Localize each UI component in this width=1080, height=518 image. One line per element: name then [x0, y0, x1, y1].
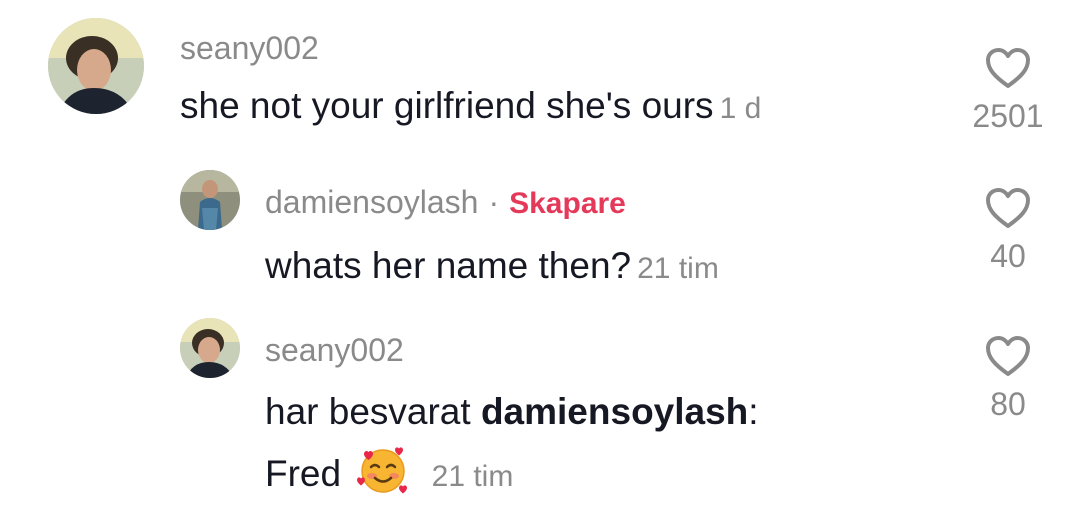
smiling-face-with-hearts-icon [357, 447, 408, 494]
user-avatar-icon [180, 170, 240, 230]
creator-badge: Skapare [509, 187, 626, 220]
like-count: 2501 [972, 98, 1044, 134]
reply-item: seany002 har besvarat damiensoylash: Fre… [0, 310, 1080, 518]
comment-item: seany002 she not your girlfriend she's o… [0, 0, 1080, 160]
like-button[interactable]: 2501 [953, 46, 1063, 136]
reply-timestamp: 21 tim [431, 460, 514, 493]
like-button[interactable]: 40 [953, 186, 1063, 276]
heart-outline-icon[interactable] [984, 186, 1032, 230]
reply-username-row: damiensoylash · Skapare [265, 182, 626, 224]
avatar[interactable] [180, 318, 240, 378]
separator-dot: · [488, 184, 500, 220]
reply-text-line-2: Fred 21 tim [265, 442, 513, 507]
reply-body: whats her name then? [265, 245, 632, 286]
reply-text: whats her name then? 21 tim [265, 236, 719, 299]
reply-text: har besvarat damiensoylash: [265, 382, 759, 442]
reply-to-username[interactable]: damiensoylash [481, 391, 748, 432]
comment-timestamp: 1 d [719, 92, 762, 125]
user-avatar-icon [48, 18, 144, 114]
comment-username[interactable]: seany002 [180, 28, 319, 68]
heart-outline-icon[interactable] [984, 46, 1032, 90]
user-avatar-icon [180, 318, 240, 378]
reply-prefix: har besvarat [265, 391, 471, 432]
reply-username[interactable]: seany002 [265, 330, 404, 370]
avatar[interactable] [180, 170, 240, 230]
reply-colon: : [748, 391, 759, 432]
reply-timestamp: 21 tim [637, 252, 719, 285]
comment-body: she not your girlfriend she's ours [180, 85, 714, 126]
reply-item: damiensoylash · Skapare whats her name the… [0, 160, 1080, 310]
avatar[interactable] [48, 18, 144, 114]
reply-username[interactable]: damiensoylash [265, 184, 478, 220]
heart-outline-icon[interactable] [984, 334, 1032, 378]
reply-body: Fred [265, 453, 342, 494]
comment-text: she not your girlfriend she's ours 1 d [180, 76, 761, 139]
like-count: 40 [990, 238, 1026, 274]
like-count: 80 [990, 386, 1026, 422]
like-button[interactable]: 80 [953, 334, 1063, 424]
